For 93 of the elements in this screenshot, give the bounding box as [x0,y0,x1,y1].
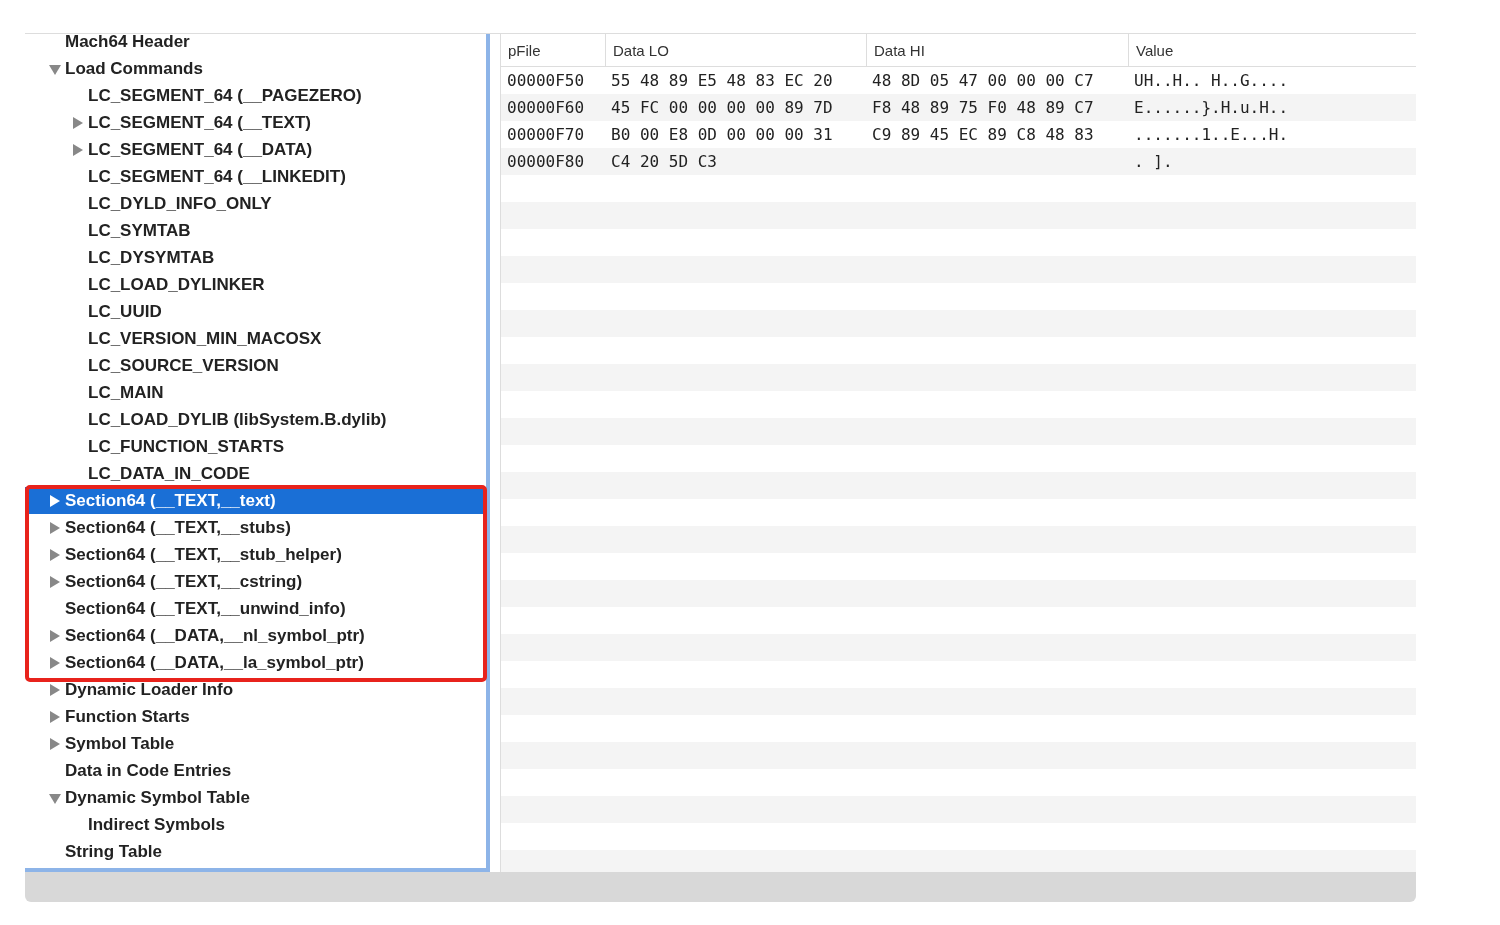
tree-row[interactable]: Section64 (__TEXT,__unwind_info) [25,595,486,622]
tree-row[interactable]: LC_DYSYMTAB [25,244,486,271]
table-cell-text: 00000F50 [506,71,586,90]
table-cell-text: UH..H.. H..G.... [1133,71,1290,90]
table-cell-text: 00000F70 [506,125,586,144]
tree-item-label: Mach64 Header [65,34,190,52]
tree-row[interactable]: Function Starts [25,703,486,730]
table-cell-text: 48 8D 05 47 00 00 00 C7 [871,71,1095,90]
tree-row[interactable]: Section64 (__TEXT,__stubs) [25,514,486,541]
tree-row[interactable]: LC_SYMTAB [25,217,486,244]
expand-triangle-icon[interactable] [49,737,61,750]
tree-item-label: Section64 (__DATA,__la_symbol_ptr) [65,652,364,673]
tree-item-label: Symbol Table [65,733,175,754]
column-header[interactable]: pFile [501,34,605,66]
tree-item-label: LC_SEGMENT_64 (__PAGEZERO) [88,85,362,106]
tree-row[interactable]: Section64 (__TEXT,__stub_helper) [25,541,486,568]
tree-row[interactable]: Data in Code Entries [25,757,486,784]
tree-item-label: Function Starts [65,706,190,727]
column-header[interactable]: Data LO [605,34,866,66]
tree-row[interactable]: Dynamic Symbol Table [25,784,486,811]
tree-row[interactable]: LC_DYLD_INFO_ONLY [25,190,486,217]
expand-triangle-icon[interactable] [49,575,61,588]
tree-item-label: Section64 (__DATA,__nl_symbol_ptr) [65,625,365,646]
expand-triangle-icon[interactable] [49,710,61,723]
tree-item-label: LC_LOAD_DYLIB (libSystem.B.dylib) [88,409,387,430]
tree-item-label: LC_DYLD_INFO_ONLY [88,193,272,214]
tree-row[interactable]: LC_MAIN [25,379,486,406]
tree-item-label: LC_MAIN [88,382,164,403]
tree-item-label: LC_SEGMENT_64 (__LINKEDIT) [88,166,346,187]
tree-item-label: Section64 (__TEXT,__stubs) [65,517,291,538]
expand-triangle-icon[interactable] [49,656,61,669]
column-header[interactable]: Data HI [866,34,1128,66]
table-cell-text: C9 89 45 EC 89 C8 48 83 [871,125,1095,144]
tree-item-label: LC_DYSYMTAB [88,247,215,268]
expand-triangle-icon[interactable] [49,494,61,507]
expand-triangle-icon[interactable] [72,143,84,156]
tree-row[interactable]: Mach64 Header [25,34,486,55]
tree-item-label: LC_SYMTAB [88,220,191,241]
table-cell-text: .......1..E...H. [1133,125,1290,144]
tree-item-label: LC_VERSION_MIN_MACOSX [88,328,322,349]
table-cell-text: F8 48 89 75 F0 48 89 C7 [871,98,1095,117]
tree-item-label: Section64 (__TEXT,__cstring) [65,571,303,592]
tree-row[interactable]: LC_SEGMENT_64 (__PAGEZERO) [25,82,486,109]
table-cell-text: 55 48 89 E5 48 83 EC 20 [610,71,834,90]
table-cell-text: 45 FC 00 00 00 00 89 7D [610,98,834,117]
tree-item-label: Section64 (__TEXT,__unwind_info) [65,598,346,619]
tree-item-label: Indirect Symbols [88,814,225,835]
expand-triangle-icon[interactable] [49,791,61,804]
tree-item-label: LC_FUNCTION_STARTS [88,436,285,457]
tree-item-label: LC_UUID [88,301,162,322]
tree-row[interactable]: LC_FUNCTION_STARTS [25,433,486,460]
table-cell-text: 00000F80 [506,152,586,171]
tree-row[interactable]: Section64 (__TEXT,__cstring) [25,568,486,595]
tree-item-label: Dynamic Loader Info [65,679,234,700]
tree-row[interactable]: Load Commands [25,55,486,82]
table-cell-text: . ]. [1133,152,1174,171]
tree-row[interactable]: LC_LOAD_DYLIB (libSystem.B.dylib) [25,406,486,433]
tree-row[interactable]: LC_SOURCE_VERSION [25,352,486,379]
expand-triangle-icon[interactable] [49,521,61,534]
tree-item-label: Section64 (__TEXT,__stub_helper) [65,544,342,565]
table-cell-text: E......}.H.u.H.. [1133,98,1290,117]
tree-row[interactable]: LC_LOAD_DYLINKER [25,271,486,298]
tree-row[interactable]: LC_UUID [25,298,486,325]
tree-item-label: Data in Code Entries [65,760,232,781]
column-header[interactable]: Value [1128,34,1416,66]
table-cell-text: C4 20 5D C3 [610,152,718,171]
tree-row[interactable]: Section64 (__DATA,__nl_symbol_ptr) [25,622,486,649]
tree-row[interactable]: LC_VERSION_MIN_MACOSX [25,325,486,352]
tree-item-label: LC_LOAD_DYLINKER [88,274,265,295]
expand-triangle-icon[interactable] [49,548,61,561]
tree-item-label: LC_SEGMENT_64 (__DATA) [88,139,313,160]
tree-item-label: LC_DATA_IN_CODE [88,463,250,484]
tree-row[interactable]: String Table [25,838,486,865]
tree-row[interactable]: Symbol Table [25,730,486,757]
tree-row[interactable]: LC_DATA_IN_CODE [25,460,486,487]
expand-triangle-icon[interactable] [72,116,84,129]
tree-row[interactable]: Dynamic Loader Info [25,676,486,703]
expand-triangle-icon[interactable] [49,683,61,696]
tree-item-label: Load Commands [65,58,203,79]
table-cell-text: B0 00 E8 0D 00 00 00 31 [610,125,834,144]
expand-triangle-icon[interactable] [49,62,61,75]
tree-row[interactable]: LC_SEGMENT_64 (__LINKEDIT) [25,163,486,190]
tree-item-label: LC_SOURCE_VERSION [88,355,279,376]
table-cell-text: 00000F60 [506,98,586,117]
tree-item-label: Dynamic Symbol Table [65,787,250,808]
tree-row[interactable]: LC_SEGMENT_64 (__TEXT) [25,109,486,136]
tree-item-label: String Table [65,841,162,862]
expand-triangle-icon[interactable] [49,629,61,642]
tree-item-label: Section64 (__TEXT,__text) [65,490,276,511]
tree-row[interactable]: Section64 (__DATA,__la_symbol_ptr) [25,649,486,676]
tree-row[interactable]: Indirect Symbols [25,811,486,838]
tree-row[interactable]: LC_SEGMENT_64 (__DATA) [25,136,486,163]
tree-item-label: LC_SEGMENT_64 (__TEXT) [88,112,311,133]
